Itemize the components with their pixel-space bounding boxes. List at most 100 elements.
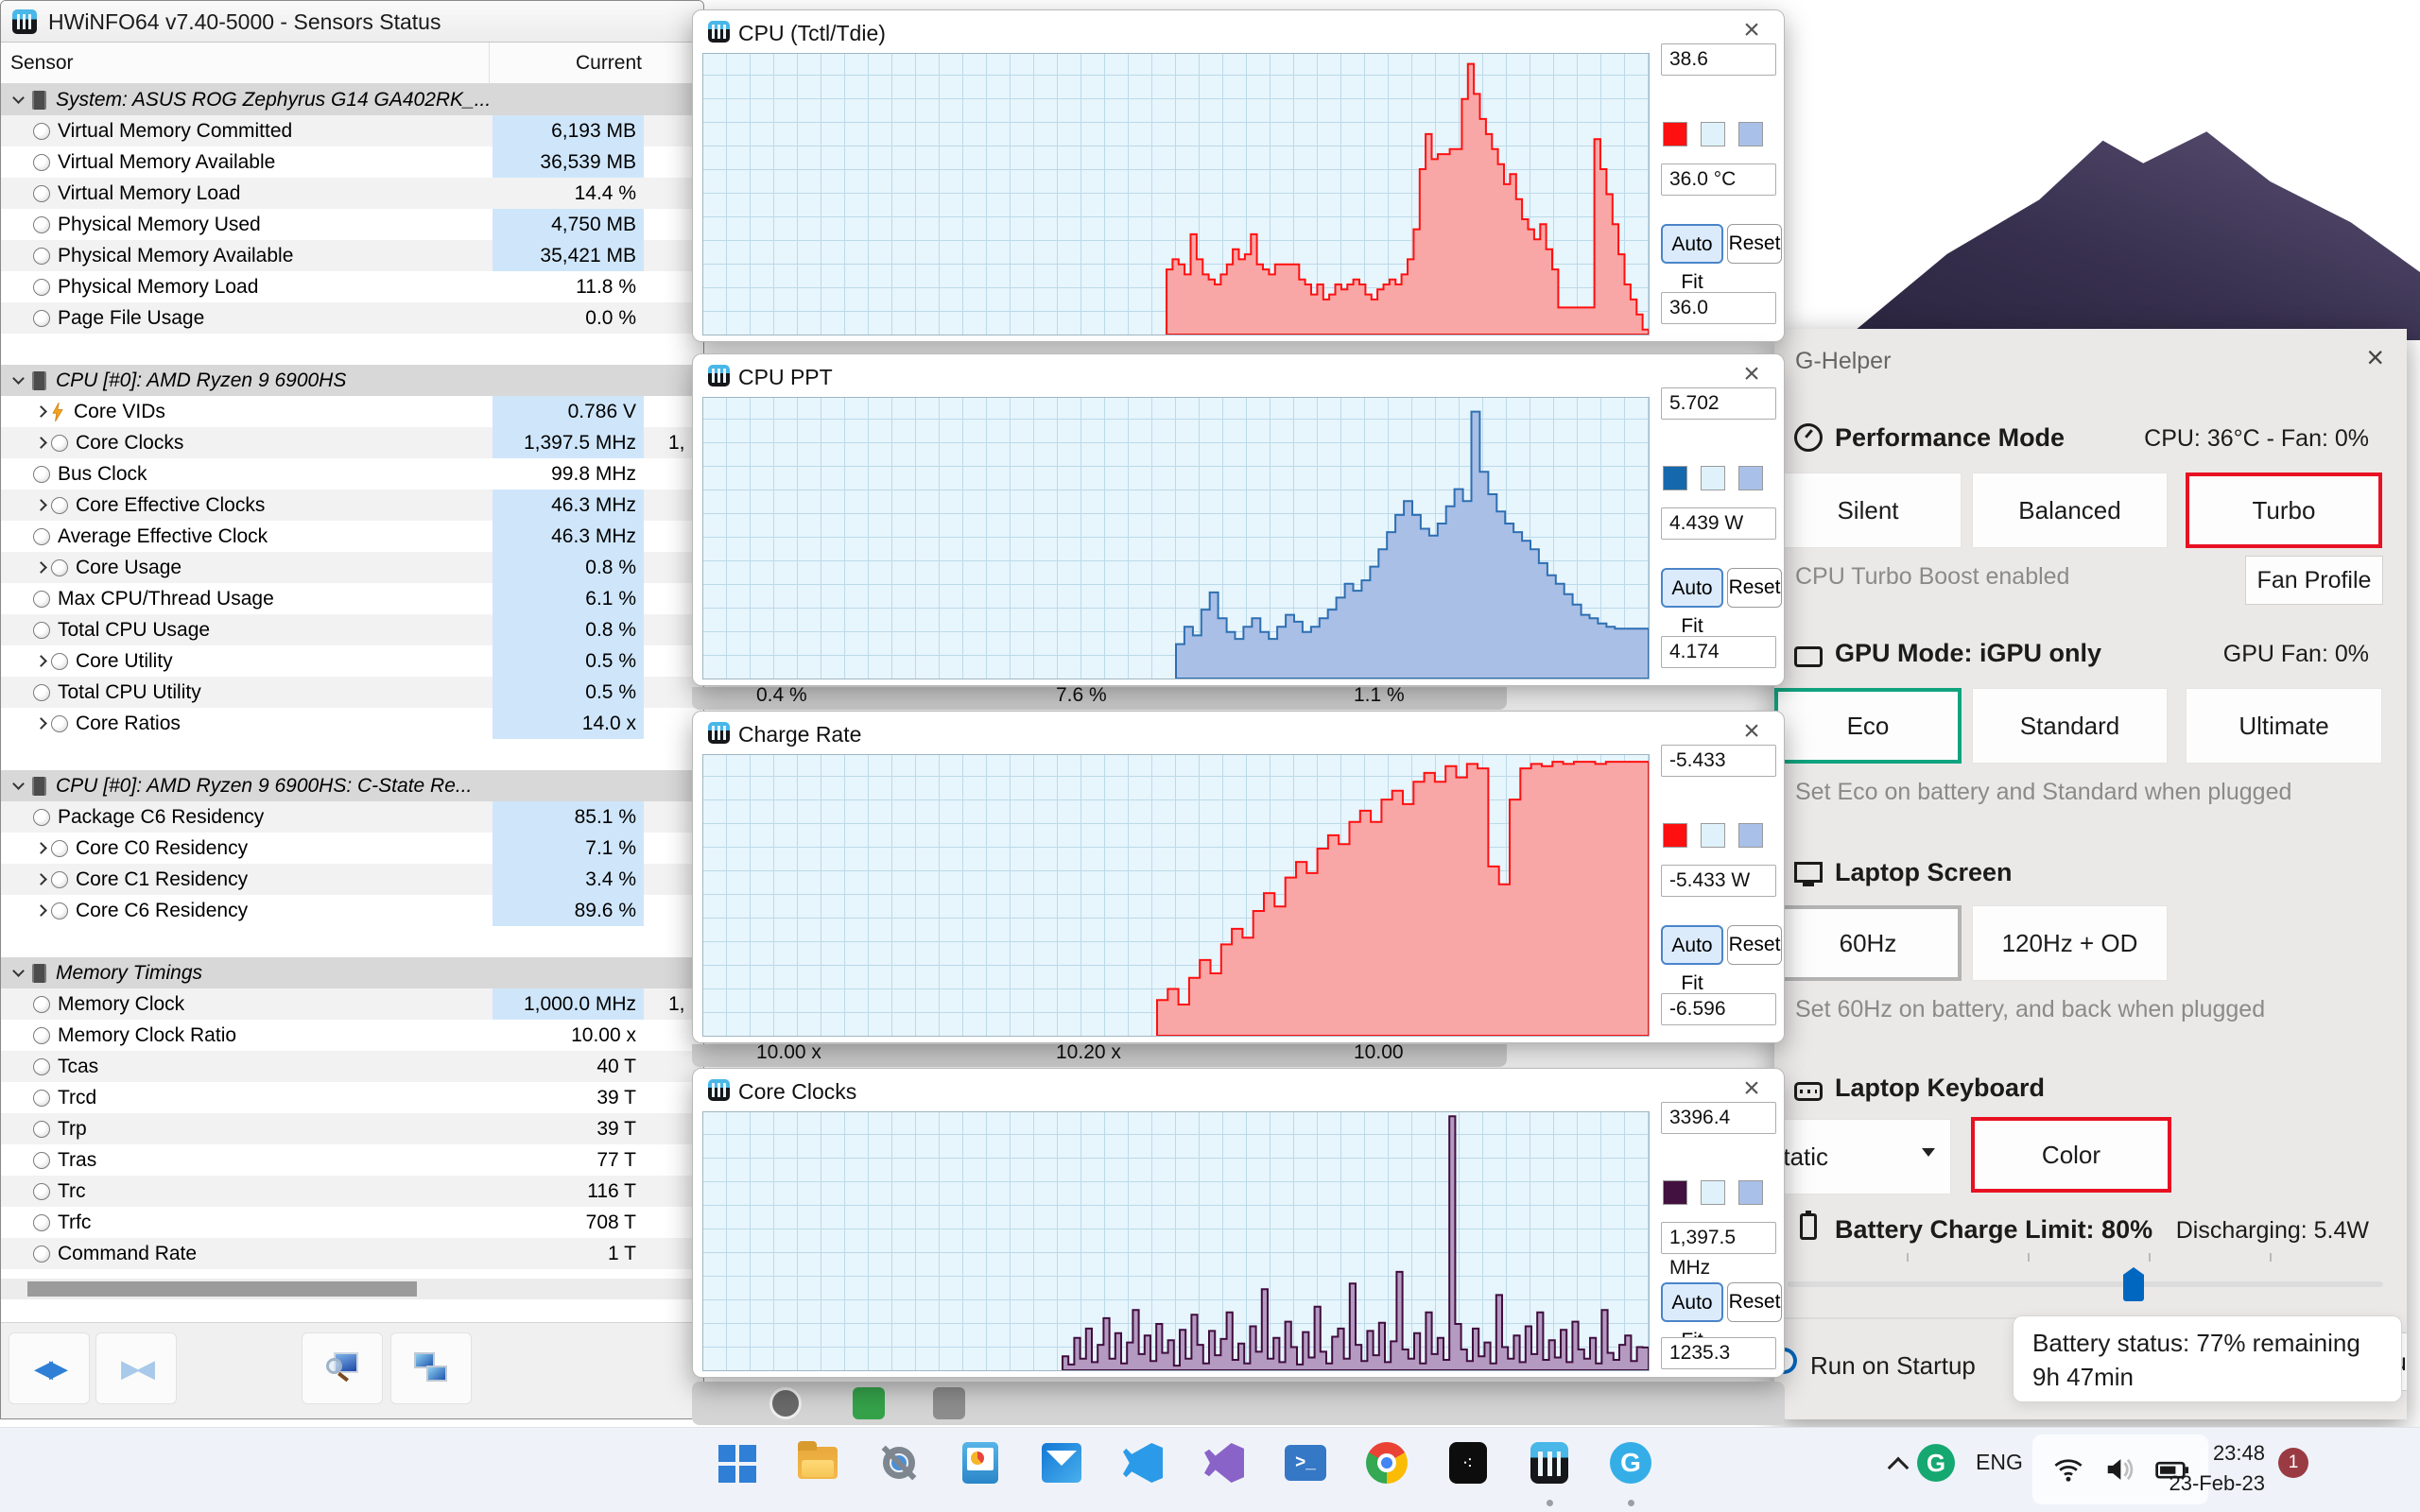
sensor-row[interactable]: Trfc 708 T bbox=[1, 1207, 703, 1238]
reset-button[interactable]: Reset bbox=[1727, 568, 1782, 608]
ghelper-taskbar-button[interactable]: G bbox=[1609, 1441, 1652, 1506]
sensor-row[interactable]: Core Effective Clocks 46.3 MHz bbox=[1, 490, 703, 521]
close-icon[interactable]: × bbox=[1735, 1073, 1769, 1105]
sensor-row[interactable]: Total CPU Utility 0.5 % bbox=[1, 677, 703, 708]
series-color-swatch[interactable] bbox=[1663, 122, 1687, 146]
system-summary-button[interactable] bbox=[302, 1332, 383, 1404]
chevron-down-icon[interactable] bbox=[12, 372, 25, 385]
sensor-row[interactable]: Core C1 Residency 3.4 % bbox=[1, 864, 703, 895]
auto-fit-button[interactable]: Auto Fit bbox=[1661, 1282, 1723, 1351]
hwinfo-taskbar-button[interactable] bbox=[1528, 1441, 1571, 1506]
gpu-eco-button[interactable]: Eco bbox=[1774, 688, 1962, 764]
chevron-right-icon[interactable] bbox=[35, 499, 47, 511]
sensor-row[interactable]: Trp 39 T bbox=[1, 1113, 703, 1144]
slider-thumb[interactable] bbox=[2123, 1267, 2144, 1301]
powershell-button[interactable]: >_ bbox=[1284, 1441, 1327, 1485]
fan-profile-button[interactable]: Fan Profile bbox=[2245, 556, 2383, 605]
sensor-row[interactable]: Core Ratios 14.0 x bbox=[1, 708, 703, 739]
auto-fit-button[interactable]: Auto Fit bbox=[1661, 925, 1723, 994]
chevron-right-icon[interactable] bbox=[35, 717, 47, 730]
sensor-row[interactable]: Virtual Memory Committed 6,193 MB bbox=[1, 115, 703, 146]
sensor-row[interactable]: Core C0 Residency 7.1 % bbox=[1, 833, 703, 864]
sensor-row[interactable]: Bus Clock 99.8 MHz bbox=[1, 458, 703, 490]
sensor-row[interactable]: Package C6 Residency 85.1 % bbox=[1, 801, 703, 833]
background-color-swatch[interactable] bbox=[1701, 122, 1725, 146]
perf-balanced-button[interactable]: Balanced bbox=[1972, 472, 2168, 548]
obscured-window-sliver[interactable]: 10.00 x 10.20 x 10.00 bbox=[692, 1044, 1507, 1067]
close-icon[interactable]: × bbox=[1735, 14, 1769, 46]
chevron-right-icon[interactable] bbox=[35, 842, 47, 854]
chevron-right-icon[interactable] bbox=[35, 655, 47, 667]
sensor-row[interactable]: Core Utility 0.5 % bbox=[1, 645, 703, 677]
background-color-swatch[interactable] bbox=[1701, 823, 1725, 848]
settings-button[interactable] bbox=[877, 1441, 921, 1485]
chevron-down-icon[interactable] bbox=[12, 965, 25, 977]
start-button[interactable] bbox=[715, 1441, 758, 1485]
grid-color-swatch[interactable] bbox=[1738, 1180, 1763, 1205]
sensor-row[interactable]: Max CPU/Thread Usage 6.1 % bbox=[1, 583, 703, 614]
grid-color-swatch[interactable] bbox=[1738, 823, 1763, 848]
close-icon[interactable]: × bbox=[1735, 715, 1769, 747]
battery-limit-slider[interactable] bbox=[1788, 1267, 2383, 1301]
run-on-startup-label[interactable]: Run on Startup bbox=[1810, 1351, 1976, 1381]
sensor-group-row[interactable]: Memory Timings bbox=[1, 957, 703, 988]
language-indicator[interactable]: ENG bbox=[1976, 1450, 2023, 1475]
vscode-button[interactable] bbox=[1121, 1441, 1165, 1485]
visual-studio-button[interactable] bbox=[1202, 1441, 1246, 1485]
sensor-row[interactable]: Page File Usage 0.0 % bbox=[1, 302, 703, 334]
series-color-swatch[interactable] bbox=[1663, 823, 1687, 848]
sensor-group-row[interactable]: CPU [#0]: AMD Ryzen 9 6900HS bbox=[1, 365, 703, 396]
chevron-right-icon[interactable] bbox=[35, 437, 47, 449]
sensor-row[interactable]: Memory Clock 1,000.0 MHz 1, bbox=[1, 988, 703, 1020]
chevron-down-icon[interactable] bbox=[12, 92, 25, 104]
gpu-ultimate-button[interactable]: Ultimate bbox=[2186, 688, 2382, 764]
notification-badge[interactable]: 1 bbox=[2278, 1448, 2308, 1478]
grid-color-swatch[interactable] bbox=[1738, 122, 1763, 146]
sensor-row[interactable]: Core C6 Residency 89.6 % bbox=[1, 895, 703, 926]
close-icon[interactable]: × bbox=[1735, 358, 1769, 390]
background-color-swatch[interactable] bbox=[1701, 1180, 1725, 1205]
gpu-standard-button[interactable]: Standard bbox=[1972, 688, 2168, 764]
task-manager-button[interactable] bbox=[959, 1441, 1002, 1485]
close-icon[interactable]: × bbox=[2366, 340, 2384, 375]
sensor-row[interactable]: Core Clocks 1,397.5 MHz 1, bbox=[1, 427, 703, 458]
sensor-row[interactable]: Physical Memory Used 4,750 MB bbox=[1, 209, 703, 240]
sensor-row[interactable]: Virtual Memory Available 36,539 MB bbox=[1, 146, 703, 178]
series-color-swatch[interactable] bbox=[1663, 1180, 1687, 1205]
sensor-row[interactable]: Trc 116 T bbox=[1, 1176, 703, 1207]
auto-fit-button[interactable]: Auto Fit bbox=[1661, 568, 1723, 637]
keyboard-mode-dropdown[interactable]: Static bbox=[1774, 1119, 1951, 1194]
chevron-down-icon[interactable] bbox=[12, 778, 25, 790]
sensor-row[interactable]: Tras 77 T bbox=[1, 1144, 703, 1176]
screen-120hz-button[interactable]: 120Hz + OD bbox=[1972, 905, 2168, 981]
expand-columns-button[interactable]: ◀▶ bbox=[9, 1332, 90, 1404]
series-color-swatch[interactable] bbox=[1663, 466, 1687, 490]
sensor-row[interactable]: Virtual Memory Load 14.4 % bbox=[1, 178, 703, 209]
collapse-columns-button[interactable]: ▶◀ bbox=[95, 1332, 177, 1404]
column-header-current[interactable]: Current bbox=[493, 52, 642, 75]
clock[interactable]: 23:48 23-Feb-23 bbox=[2136, 1438, 2265, 1499]
sensor-row[interactable]: Core Usage 0.8 % bbox=[1, 552, 703, 583]
black-app-button[interactable]: ⁖ bbox=[1446, 1441, 1490, 1485]
sensor-row[interactable]: Physical Memory Load 11.8 % bbox=[1, 271, 703, 302]
grammarly-tray-icon[interactable]: G bbox=[1917, 1444, 1955, 1482]
sensor-group-row[interactable]: System: ASUS ROG Zephyrus G14 GA402RK_..… bbox=[1, 84, 703, 115]
scrollbar-thumb[interactable] bbox=[27, 1281, 417, 1297]
sensor-row[interactable]: Average Effective Clock 46.3 MHz bbox=[1, 521, 703, 552]
keyboard-color-button[interactable]: Color bbox=[1971, 1117, 2171, 1193]
remote-monitoring-button[interactable] bbox=[390, 1332, 472, 1404]
sensor-row[interactable]: Memory Clock Ratio 10.00 x bbox=[1, 1020, 703, 1051]
chevron-right-icon[interactable] bbox=[35, 873, 47, 885]
sensor-row[interactable]: Trcd 39 T bbox=[1, 1082, 703, 1113]
perf-silent-button[interactable]: Silent bbox=[1774, 472, 1962, 548]
chevron-right-icon[interactable] bbox=[35, 561, 47, 574]
sensor-row[interactable]: Physical Memory Available 35,421 MB bbox=[1, 240, 703, 271]
sensor-row[interactable]: Tcas 40 T bbox=[1, 1051, 703, 1082]
chevron-right-icon[interactable] bbox=[35, 405, 47, 418]
hwinfo-titlebar[interactable]: HWiNFO64 v7.40-5000 - Sensors Status bbox=[1, 1, 703, 43]
obscured-window-sliver[interactable]: 0.4 % 7.6 % 1.1 % bbox=[692, 687, 1507, 710]
sensor-row[interactable]: Core VIDs 0.786 V bbox=[1, 396, 703, 427]
obscured-window-sliver[interactable] bbox=[692, 1382, 1785, 1425]
mail-button[interactable] bbox=[1040, 1441, 1083, 1485]
chevron-right-icon[interactable] bbox=[35, 904, 47, 917]
